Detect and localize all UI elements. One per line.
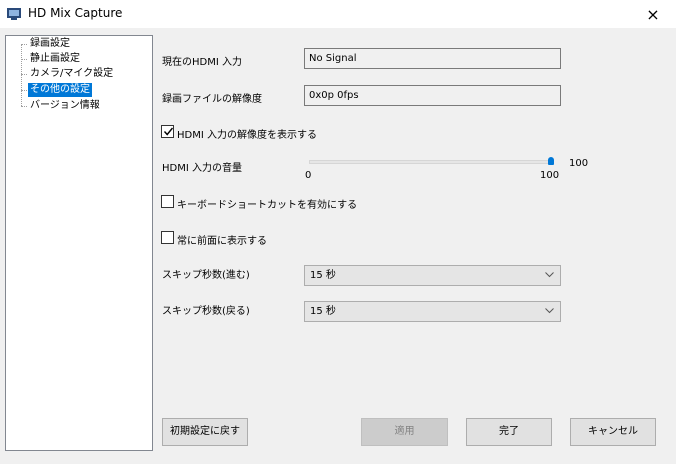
- volume-label: HDMI 入力の音量: [162, 163, 242, 174]
- close-icon: ×: [646, 4, 660, 24]
- chevron-down-icon: [545, 272, 554, 278]
- app-icon: [7, 8, 21, 20]
- apply-button[interactable]: 適用: [361, 418, 448, 446]
- skip-forward-label: スキップ秒数(進む): [162, 270, 250, 281]
- volume-slider-track[interactable]: [309, 160, 554, 164]
- tree-item-version[interactable]: バージョン情報: [28, 99, 102, 113]
- show-resolution-label: HDMI 入力の解像度を表示する: [177, 130, 317, 141]
- tree-connector: [21, 44, 22, 106]
- skip-back-select[interactable]: 15 秒: [304, 301, 561, 322]
- tree-item-still-image[interactable]: 静止画設定: [28, 52, 82, 66]
- skip-forward-value: 15 秒: [310, 270, 336, 281]
- tree-item-other-settings[interactable]: その他の設定: [28, 83, 92, 97]
- volume-max-label: 100: [540, 170, 560, 181]
- settings-tree: 録画設定 静止画設定 カメラ/マイク設定 その他の設定 バージョン情報: [5, 35, 153, 451]
- dialog-body: 録画設定 静止画設定 カメラ/マイク設定 その他の設定 バージョン情報 現在のH…: [0, 28, 676, 464]
- show-resolution-checkbox[interactable]: [161, 125, 174, 138]
- keyboard-shortcut-label: キーボードショートカットを有効にする: [177, 200, 358, 211]
- title-bar: HD Mix Capture ×: [0, 0, 676, 28]
- tree-item-recording[interactable]: 録画設定: [28, 37, 72, 51]
- always-on-top-checkbox[interactable]: [161, 231, 174, 244]
- skip-back-value: 15 秒: [310, 306, 336, 317]
- skip-forward-select[interactable]: 15 秒: [304, 265, 561, 286]
- keyboard-shortcut-checkbox[interactable]: [161, 195, 174, 208]
- skip-back-label: スキップ秒数(戻る): [162, 306, 250, 317]
- done-button[interactable]: 完了: [466, 418, 552, 446]
- tree-item-camera-mic[interactable]: カメラ/マイク設定: [28, 67, 115, 81]
- window-title: HD Mix Capture: [28, 6, 123, 20]
- always-on-top-label: 常に前面に表示する: [177, 236, 267, 247]
- volume-value: 100: [569, 158, 589, 169]
- resolution-field: 0x0p 0fps: [304, 85, 561, 106]
- hdmi-input-label: 現在のHDMI 入力: [162, 57, 242, 68]
- cancel-button[interactable]: キャンセル: [570, 418, 656, 446]
- check-icon: [163, 127, 174, 136]
- volume-min-label: 0: [305, 170, 312, 181]
- resolution-label: 録画ファイルの解像度: [162, 94, 262, 105]
- reset-defaults-button[interactable]: 初期設定に戻す: [162, 418, 248, 446]
- hdmi-input-field: No Signal: [304, 48, 561, 69]
- chevron-down-icon: [545, 308, 554, 314]
- close-button[interactable]: ×: [630, 0, 676, 28]
- volume-slider-thumb[interactable]: [548, 157, 554, 165]
